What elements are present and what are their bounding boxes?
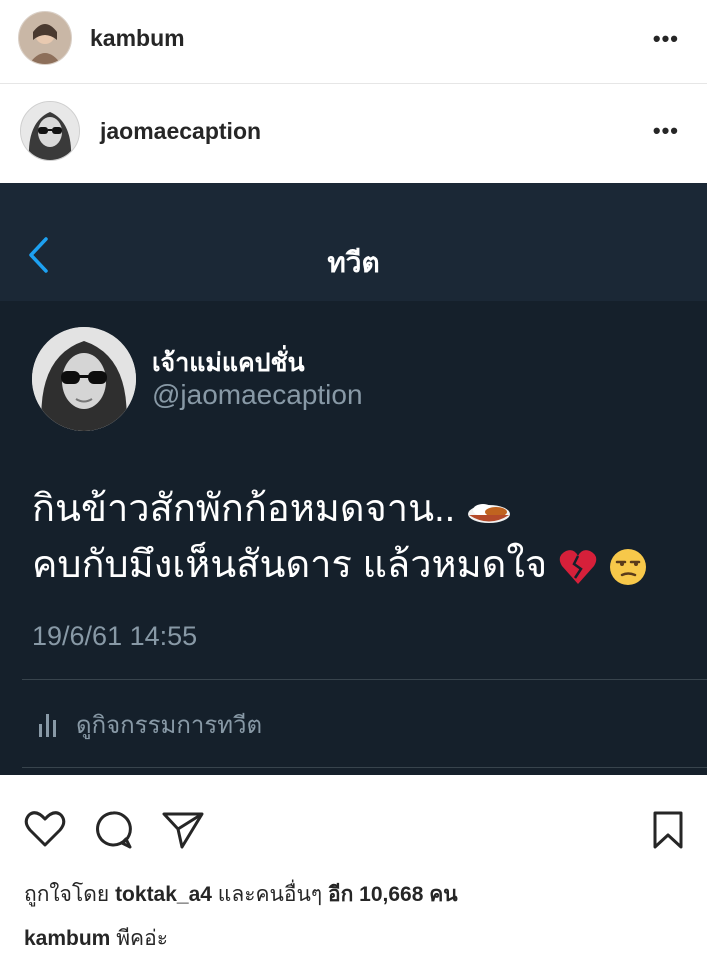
media-author-avatar-image bbox=[21, 102, 79, 160]
bookmark-save-icon[interactable] bbox=[652, 810, 684, 850]
tweet-activity-label: ดูกิจกรรมการทวีต bbox=[76, 712, 263, 739]
tweet-text: กินข้าวสักพักก้อหมดจาน.. คบกับมึงเห็นสัน… bbox=[32, 481, 692, 593]
tweet-text-line-1-text: กินข้าวสักพักก้อหมดจาน.. bbox=[32, 488, 456, 530]
media-author-header: jaomaecaption ••• bbox=[0, 100, 707, 162]
likes-prefix: ถูกใจโดย bbox=[24, 883, 110, 906]
media-more-icon: ••• bbox=[652, 118, 679, 143]
tweet-avatar-image bbox=[32, 327, 136, 431]
tweet-separator-bottom bbox=[22, 767, 707, 768]
rice-curry-emoji-icon bbox=[467, 503, 510, 523]
likes-user[interactable]: toktak_a4 bbox=[115, 883, 212, 906]
likes-summary[interactable]: ถูกใจโดย toktak_a4 และคนอื่นๆ อีก 10,668… bbox=[24, 878, 458, 911]
tweet-body: เจ้าแม่แคปชั่น @jaomaecaption กินข้าวสัก… bbox=[0, 301, 707, 775]
owner-avatar-image bbox=[19, 12, 71, 64]
owner-username[interactable]: kambum bbox=[90, 25, 185, 52]
tweet-screenshot: ทวีต เจ้าแม่แคปชั่น @jaomaecaption กินข้… bbox=[0, 183, 707, 775]
broken-heart-emoji-icon bbox=[559, 550, 596, 584]
likes-middle: และคนอื่นๆ bbox=[217, 883, 323, 906]
caption-username[interactable]: kambum bbox=[24, 927, 110, 950]
tweet-text-line-2: คบกับมึงเห็นสันดาร แล้วหมดใจ bbox=[32, 537, 692, 593]
tweet-handle: @jaomaecaption bbox=[152, 379, 363, 410]
media-author-username: jaomaecaption bbox=[100, 117, 262, 144]
heart-like-icon[interactable] bbox=[24, 810, 66, 848]
tweet-activity-row: ดูกิจกรรมการทวีต bbox=[38, 705, 262, 744]
tweet-avatar bbox=[32, 327, 136, 431]
owner-avatar[interactable] bbox=[18, 11, 72, 65]
tweet-separator bbox=[22, 679, 707, 680]
tweet-text-line-1: กินข้าวสักพักก้อหมดจาน.. bbox=[32, 481, 692, 537]
caption-text: พีคอ่ะ bbox=[116, 927, 168, 950]
media-author-avatar bbox=[20, 101, 80, 161]
unamused-face-emoji-icon bbox=[610, 548, 647, 585]
analytics-bars-icon bbox=[39, 713, 56, 737]
post-caption: kambum พีคอ่ะ bbox=[24, 922, 168, 955]
likes-count[interactable]: อีก 10,668 คน bbox=[328, 883, 458, 906]
tweet-display-name: เจ้าแม่แคปชั่น bbox=[152, 349, 305, 377]
post-owner-header: kambum ••• bbox=[0, 11, 707, 65]
tweet-text-line-2-text: คบกับมึงเห็นสันดาร แล้วหมดใจ bbox=[32, 544, 548, 586]
tweet-nav-bar: ทวีต bbox=[0, 183, 707, 301]
tweet-timestamp: 19/6/61 14:55 bbox=[32, 621, 198, 651]
more-options-icon[interactable]: ••• bbox=[653, 26, 679, 52]
post-action-bar bbox=[0, 810, 707, 856]
share-direct-icon[interactable] bbox=[162, 810, 204, 850]
header-divider bbox=[0, 83, 707, 84]
comment-icon[interactable] bbox=[93, 810, 133, 850]
tweet-nav-title: ทวีต bbox=[327, 247, 380, 278]
